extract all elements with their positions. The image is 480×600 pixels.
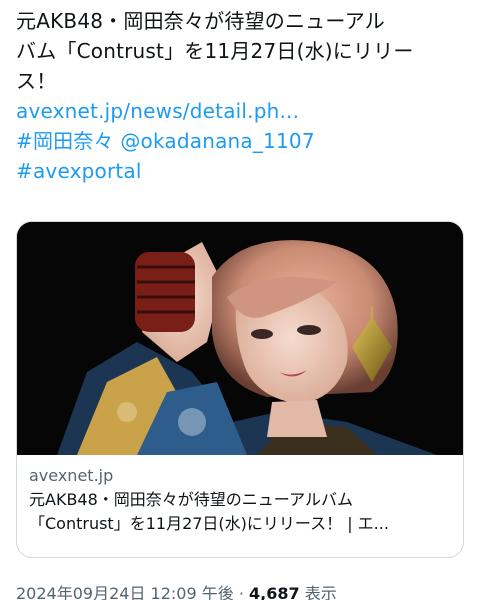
tweet-text: 元AKB48・岡田奈々が待望のニューアル バム「Contrust」を11月27日… [16, 6, 466, 186]
card-title: 「Contrust」を11月27日(水)にリリース！ | エ... [29, 514, 389, 533]
portrait-image [17, 222, 463, 455]
link-preview-card[interactable]: avexnet.jp 元AKB48・岡田奈々が待望のニューアルバム 「Contr… [16, 221, 464, 558]
tweet-text-line: ス！ [16, 69, 57, 93]
card-title: 元AKB48・岡田奈々が待望のニューアルバム [29, 490, 353, 509]
hashtag-mention-line[interactable]: #岡田奈々 @okadanana_1107 [16, 126, 466, 156]
card-domain: avexnet.jp [29, 466, 114, 485]
article-link[interactable]: avexnet.jp/news/detail.ph... [16, 96, 466, 126]
views-label: 表示 [299, 584, 337, 600]
views-count: 4,687 [249, 584, 300, 600]
tweet-date[interactable]: 2024年09月24日 12:09 午後 [16, 584, 234, 600]
tweet-text-line: 元AKB48・岡田奈々が待望のニューアル [16, 9, 385, 33]
meta-separator: · [233, 584, 249, 600]
tweet-text-line: バム「Contrust」を11月27日(水)にリリー [16, 39, 414, 63]
tweet-timestamp: 2024年09月24日 12:09 午後 · 4,687 表示 [16, 580, 337, 600]
hashtag-link[interactable]: #avexportal [16, 156, 466, 186]
card-image[interactable] [17, 222, 463, 455]
